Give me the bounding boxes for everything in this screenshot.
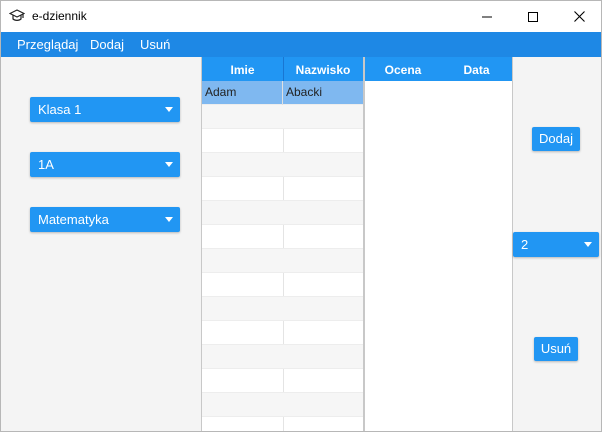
table-row-empty bbox=[202, 393, 363, 417]
table-row-empty bbox=[202, 417, 363, 431]
table-row-empty bbox=[202, 249, 363, 273]
table-row[interactable]: Adam Abacki bbox=[202, 81, 363, 105]
delete-grade-button[interactable]: Usuń bbox=[534, 337, 578, 361]
table-row-empty bbox=[202, 273, 363, 297]
table-row-empty bbox=[202, 225, 363, 249]
close-button[interactable] bbox=[556, 1, 601, 32]
class-select[interactable]: Klasa 1 bbox=[30, 97, 180, 122]
column-header-imie[interactable]: Imie bbox=[202, 63, 283, 77]
cell-imie: Adam bbox=[202, 81, 283, 105]
subject-select[interactable]: Matematyka bbox=[30, 207, 180, 232]
table-row-empty bbox=[202, 129, 363, 153]
division-select-value: 1A bbox=[38, 157, 54, 172]
minimize-icon bbox=[482, 16, 492, 17]
chevron-down-icon bbox=[165, 217, 173, 222]
cell-nazwisko: Abacki bbox=[286, 85, 323, 99]
menu-dodaj[interactable]: Dodaj bbox=[90, 37, 124, 52]
menu-przegladaj[interactable]: Przeglądaj bbox=[17, 37, 78, 52]
students-table-body: Adam Abacki bbox=[202, 81, 363, 431]
menu-usun[interactable]: Usuń bbox=[140, 37, 170, 52]
window-title: e-dziennik bbox=[32, 9, 87, 23]
maximize-icon bbox=[528, 11, 538, 22]
table-row-empty bbox=[202, 201, 363, 225]
menu-bar: Przeglądaj Dodaj Usuń bbox=[1, 32, 601, 57]
table-row-empty bbox=[202, 297, 363, 321]
grade-select-value: 2 bbox=[521, 237, 529, 252]
minimize-button[interactable] bbox=[464, 1, 510, 32]
grades-table[interactable]: Ocena Data bbox=[364, 57, 513, 431]
column-header-data[interactable]: Data bbox=[441, 63, 512, 77]
table-row-empty bbox=[202, 321, 363, 345]
add-grade-button[interactable]: Dodaj bbox=[532, 127, 580, 151]
grade-select[interactable]: 2 bbox=[513, 232, 599, 257]
table-row-empty bbox=[202, 345, 363, 369]
app-window: e-dziennik Przeglądaj Dodaj Usuń Klasa 1… bbox=[0, 0, 602, 432]
students-table[interactable]: Imie Nazwisko Adam Abacki bbox=[201, 57, 364, 431]
close-icon bbox=[573, 11, 585, 22]
chevron-down-icon bbox=[584, 242, 592, 247]
class-select-value: Klasa 1 bbox=[38, 102, 82, 117]
table-row-empty bbox=[202, 153, 363, 177]
table-row-empty bbox=[202, 177, 363, 201]
table-row-empty bbox=[202, 369, 363, 393]
subject-select-value: Matematyka bbox=[38, 212, 109, 227]
division-select[interactable]: 1A bbox=[30, 152, 180, 177]
column-header-ocena[interactable]: Ocena bbox=[365, 63, 441, 77]
students-table-header: Imie Nazwisko bbox=[202, 57, 363, 81]
title-bar: e-dziennik bbox=[1, 1, 601, 32]
graduation-cap-icon bbox=[8, 9, 26, 23]
chevron-down-icon bbox=[165, 162, 173, 167]
column-header-nazwisko[interactable]: Nazwisko bbox=[283, 63, 363, 77]
maximize-button[interactable] bbox=[510, 1, 556, 32]
table-row-empty bbox=[202, 105, 363, 129]
grades-table-header: Ocena Data bbox=[365, 57, 512, 81]
chevron-down-icon bbox=[165, 107, 173, 112]
grades-table-body bbox=[365, 81, 512, 431]
